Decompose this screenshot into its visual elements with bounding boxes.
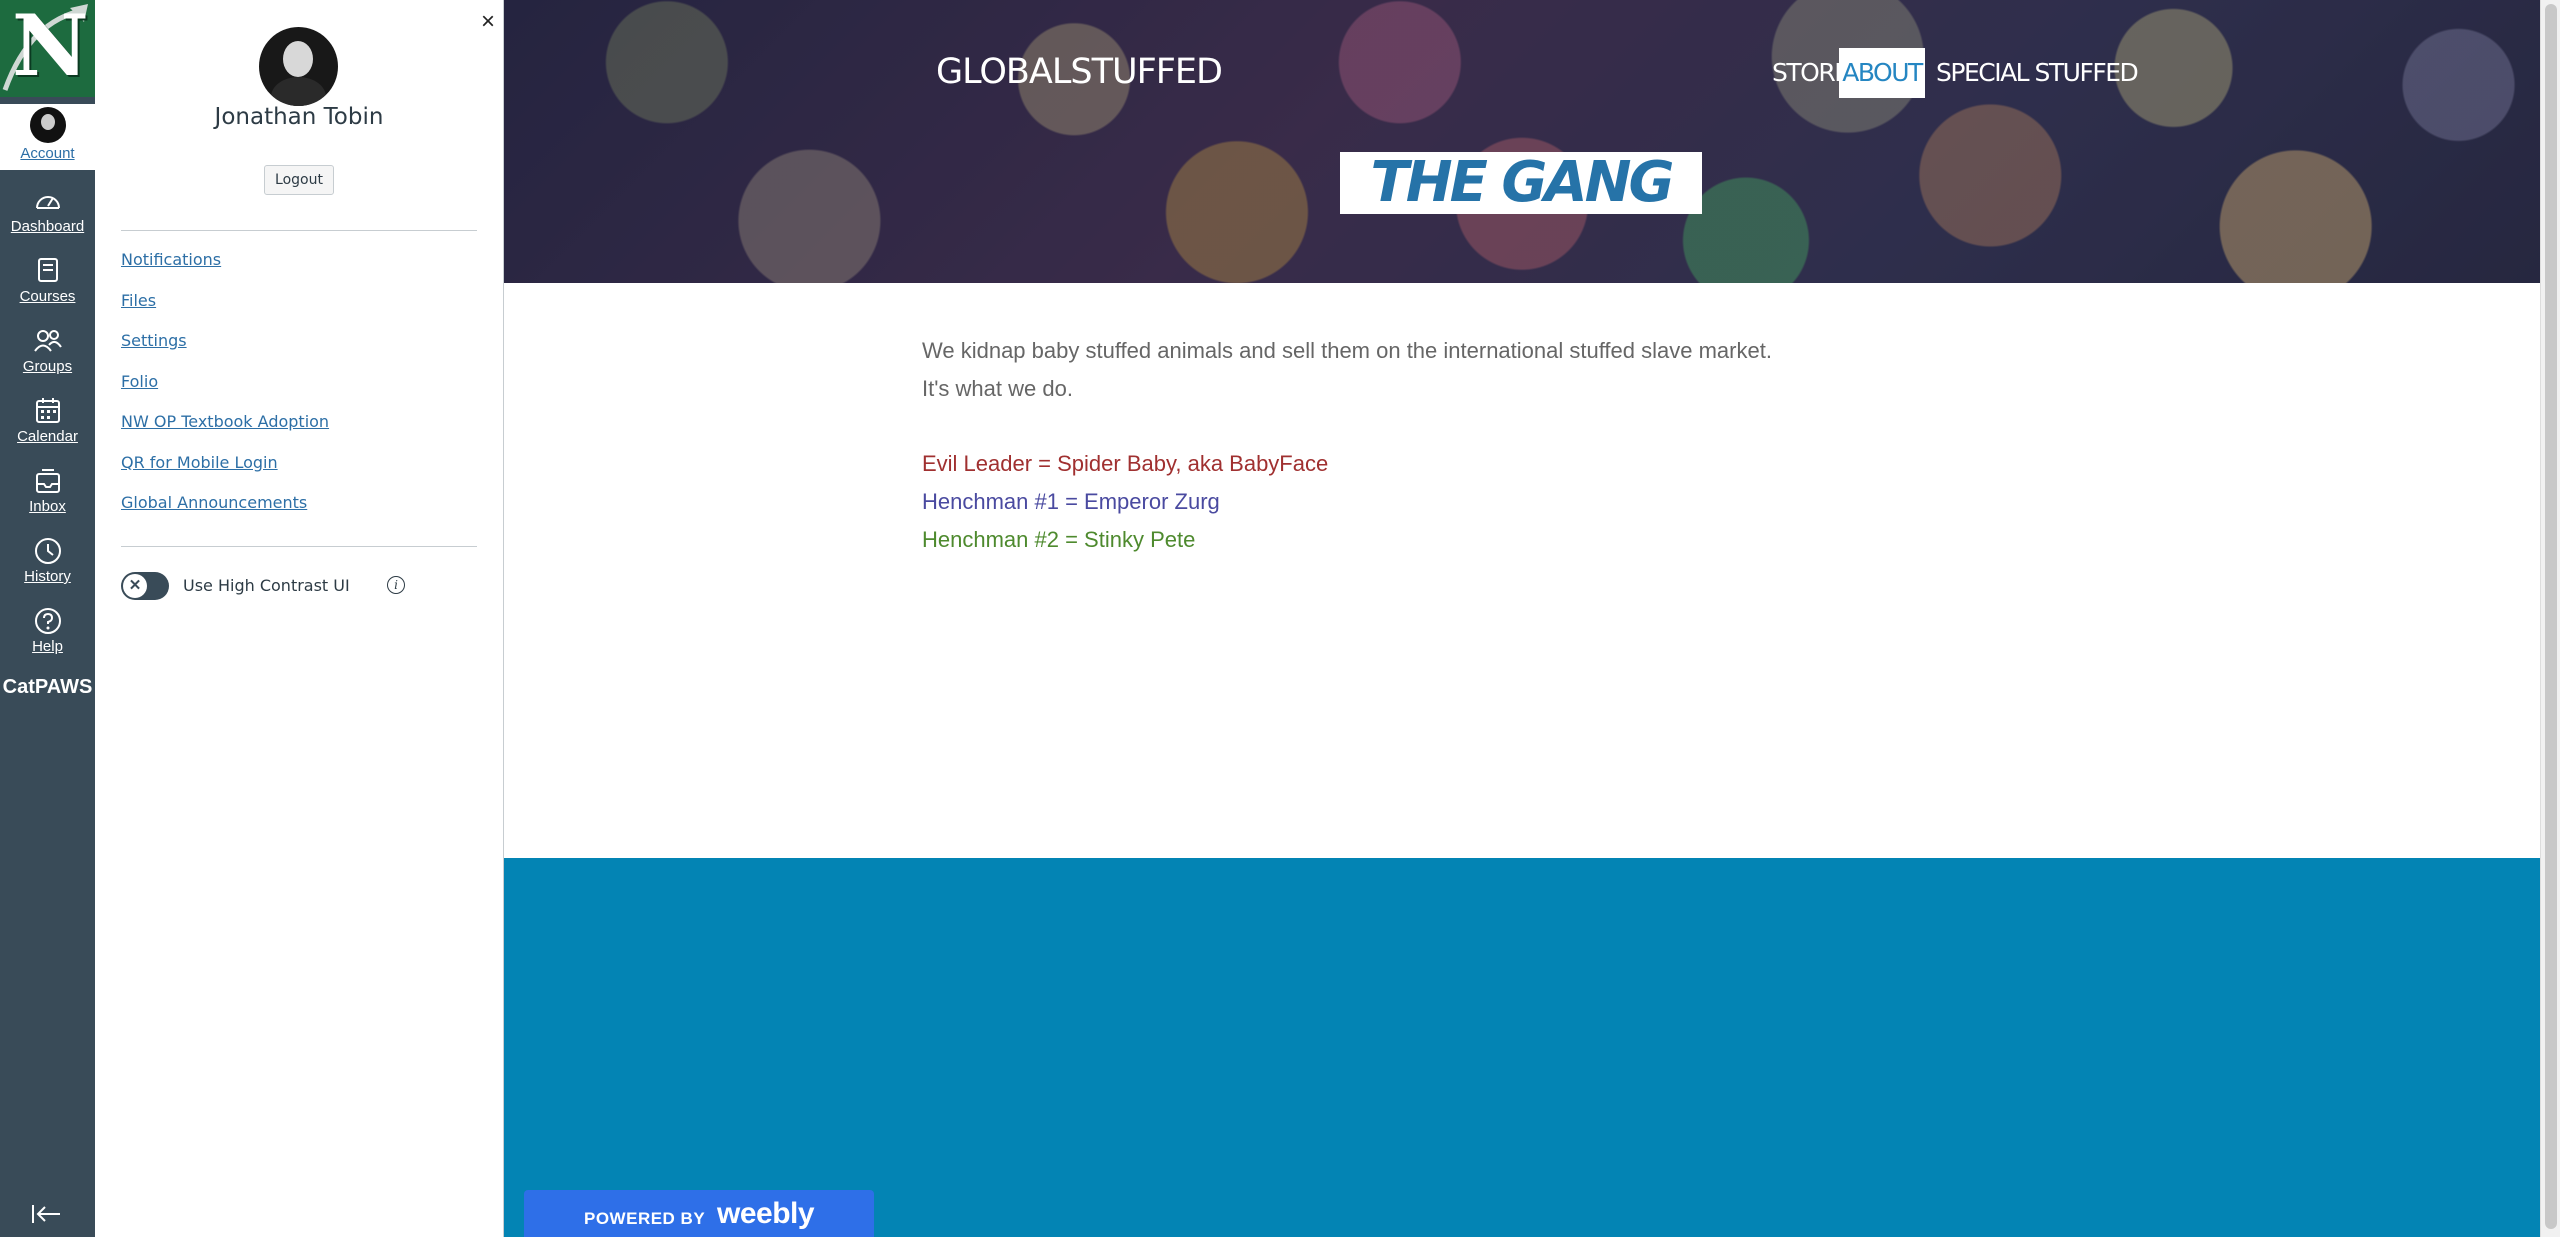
toggle-x-icon: ✕ bbox=[123, 574, 147, 598]
intro-line-1: We kidnap baby stuffed animals and sell … bbox=[922, 338, 1772, 363]
rail-account[interactable]: Account bbox=[0, 104, 95, 170]
logo-letter: N bbox=[12, 0, 89, 95]
tray-link-textbook-adoption[interactable]: NW OP Textbook Adoption bbox=[121, 412, 329, 453]
close-icon[interactable]: × bbox=[481, 10, 495, 34]
rail-account-label: Account bbox=[20, 145, 75, 162]
catpaws-brand[interactable]: CatPAWS bbox=[0, 676, 95, 699]
hero-banner: GLOBALSTUFFED STORE ABOUT SPECIAL STUFFE… bbox=[504, 0, 2540, 283]
page-scrollbar[interactable] bbox=[2540, 0, 2560, 1237]
nav-special-stuffed[interactable]: SPECIAL STUFFED bbox=[1936, 48, 2139, 98]
gang-member-henchman-1: Henchman #1 = Emperor Zurg bbox=[922, 489, 1220, 514]
powered-by-weebly-badge[interactable]: POWERED BY weebly bbox=[524, 1190, 874, 1237]
dashboard-icon bbox=[35, 196, 60, 209]
rail-courses-label: Courses bbox=[19, 288, 76, 305]
global-nav-rail: N Account Dashboard Courses Groups Calen… bbox=[0, 0, 95, 1237]
rail-inbox[interactable]: Inbox bbox=[0, 466, 95, 515]
rail-history-label: History bbox=[24, 568, 71, 585]
info-icon[interactable]: i bbox=[387, 576, 405, 594]
rail-help[interactable]: Help bbox=[0, 606, 95, 655]
powered-by-text: POWERED BY bbox=[584, 1209, 706, 1228]
tray-link-files[interactable]: Files bbox=[121, 291, 329, 332]
rail-calendar-label: Calendar bbox=[17, 428, 78, 445]
high-contrast-toggle[interactable]: ✕ bbox=[121, 572, 169, 600]
hero-heading-box: THE GANG bbox=[1340, 152, 1702, 214]
tray-divider-bottom bbox=[121, 546, 477, 547]
rail-calendar[interactable]: Calendar bbox=[0, 396, 95, 445]
tray-link-settings[interactable]: Settings bbox=[121, 331, 329, 372]
tray-divider-top bbox=[121, 230, 477, 231]
groups-icon bbox=[33, 330, 62, 352]
help-icon bbox=[34, 608, 61, 634]
user-avatar bbox=[259, 27, 338, 106]
intro-line-2: It's what we do. bbox=[922, 376, 1073, 401]
rail-inbox-label: Inbox bbox=[29, 498, 66, 515]
account-avatar bbox=[29, 107, 66, 143]
tray-link-global-announcements[interactable]: Global Announcements bbox=[121, 493, 329, 534]
weebly-logo: weebly bbox=[717, 1197, 815, 1230]
about-content: We kidnap baby stuffed animals and sell … bbox=[922, 332, 1822, 559]
history-icon bbox=[34, 538, 61, 564]
collapse-nav-icon[interactable] bbox=[30, 1202, 64, 1226]
nav-store[interactable]: STORE bbox=[1772, 48, 1850, 98]
rail-groups[interactable]: Groups bbox=[0, 326, 95, 375]
site-title[interactable]: GLOBALSTUFFED bbox=[936, 52, 1223, 92]
inbox-icon bbox=[35, 469, 60, 493]
tray-link-qr-login[interactable]: QR for Mobile Login bbox=[121, 453, 329, 494]
site-footer: POWERED BY weebly bbox=[504, 858, 2540, 1237]
institution-logo[interactable]: N bbox=[0, 0, 95, 97]
logout-button[interactable]: Logout bbox=[264, 165, 334, 195]
hero-heading: THE GANG bbox=[1370, 150, 1675, 215]
tray-links: Notifications Files Settings Folio NW OP… bbox=[121, 250, 329, 534]
scrollbar-thumb[interactable] bbox=[2545, 4, 2557, 1229]
high-contrast-label: Use High Contrast UI bbox=[183, 576, 350, 595]
nav-about[interactable]: ABOUT bbox=[1839, 48, 1925, 98]
gang-member-leader: Evil Leader = Spider Baby, aka BabyFace bbox=[922, 451, 1329, 476]
tray-link-notifications[interactable]: Notifications bbox=[121, 250, 329, 291]
rail-courses[interactable]: Courses bbox=[0, 256, 95, 305]
rail-help-label: Help bbox=[32, 638, 63, 655]
website-frame: GLOBALSTUFFED STORE ABOUT SPECIAL STUFFE… bbox=[504, 0, 2540, 1237]
courses-icon bbox=[37, 258, 58, 282]
user-name: Jonathan Tobin bbox=[214, 104, 384, 130]
rail-dashboard[interactable]: Dashboard bbox=[0, 186, 95, 235]
rail-history[interactable]: History bbox=[0, 536, 95, 585]
rail-dashboard-label: Dashboard bbox=[10, 218, 85, 235]
account-tray: × Jonathan Tobin Logout Notifications Fi… bbox=[95, 0, 504, 1237]
calendar-icon bbox=[35, 398, 60, 423]
gang-member-henchman-2: Henchman #2 = Stinky Pete bbox=[922, 527, 1196, 552]
tray-link-folio[interactable]: Folio bbox=[121, 372, 329, 413]
rail-groups-label: Groups bbox=[22, 358, 73, 375]
